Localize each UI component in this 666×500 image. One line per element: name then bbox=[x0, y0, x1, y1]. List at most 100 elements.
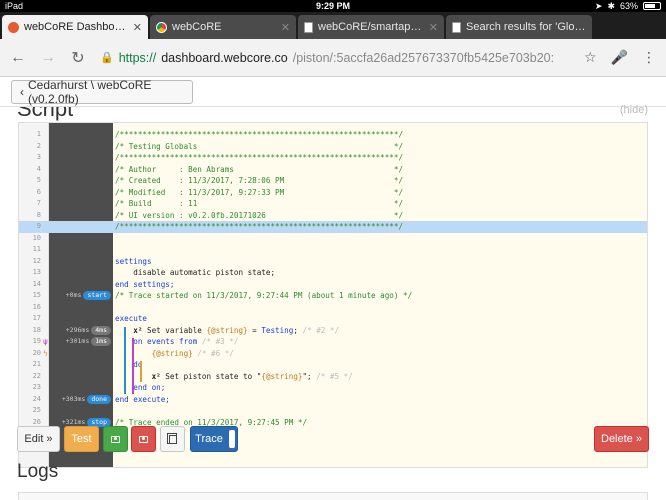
code-text[interactable]: execute bbox=[115, 313, 147, 325]
snapshot-red-button[interactable] bbox=[131, 426, 156, 452]
code-line: 17 execute bbox=[19, 313, 647, 325]
line-number: 15 bbox=[32, 291, 41, 299]
microphone-icon[interactable]: 🎤 bbox=[611, 49, 628, 66]
code-line: 5 /* Created : 11/3/2017, 7:28:06 PM */ bbox=[19, 175, 647, 187]
line-number: 23 bbox=[32, 383, 41, 391]
page-content: Script ‹ Cedarhurst \ webCoRE (v0.2.0fb)… bbox=[0, 78, 666, 500]
line-number: 17 bbox=[32, 314, 41, 322]
line-number: 8 bbox=[36, 210, 41, 219]
line-number: 16 bbox=[32, 302, 41, 311]
close-icon[interactable]: ✕ bbox=[429, 21, 438, 34]
code-text[interactable]: /***************************************… bbox=[115, 221, 403, 233]
code-line: 22 x² Set piston state to "{@string}"; /… bbox=[19, 371, 647, 383]
hide-link[interactable]: (hide) bbox=[620, 104, 648, 116]
delete-button[interactable]: Delete » bbox=[594, 426, 649, 452]
code-text[interactable]: settings bbox=[115, 256, 152, 268]
block-indicator bbox=[132, 338, 134, 394]
line-number: 12 bbox=[32, 256, 41, 265]
url-field[interactable]: 🔒 https://dashboard.webcore.co/piston/:5… bbox=[100, 51, 570, 65]
code-line: 11 bbox=[19, 244, 647, 256]
code-text[interactable]: /* Trace started on 11/3/2017, 9:27:44 P… bbox=[115, 290, 412, 302]
line-number: 9 bbox=[19, 221, 41, 233]
block-indicator bbox=[140, 361, 142, 382]
back-arrow-icon[interactable]: ← bbox=[10, 49, 26, 67]
code-line: 3 /**************************************… bbox=[19, 152, 647, 164]
code-text[interactable]: x² Set piston state to "{@string}"; /* #… bbox=[115, 371, 353, 383]
trace-info: +296ms 4ms bbox=[53, 325, 113, 337]
code-text[interactable]: /* Created : 11/3/2017, 7:28:06 PM */ bbox=[115, 175, 403, 187]
line-number: 6 bbox=[36, 187, 41, 196]
trace-time: +296ms bbox=[65, 325, 90, 334]
code-line: 1 /**************************************… bbox=[19, 129, 647, 141]
code-text[interactable]: disable automatic piston state; bbox=[115, 267, 275, 279]
code-text[interactable]: end execute; bbox=[115, 394, 170, 406]
code-line: 24 +303ms done end execute; bbox=[19, 394, 647, 406]
code-text[interactable]: /* UI version : v0.2.0fb.20171026 */ bbox=[115, 210, 403, 222]
address-bar: ← → ↻ 🔒 https://dashboard.webcore.co/pis… bbox=[0, 39, 666, 77]
line-number: 2 bbox=[36, 141, 41, 150]
code-text[interactable]: x² Set variable {@string} = Testing; /* … bbox=[115, 325, 339, 337]
trace-badge: 4ms bbox=[91, 325, 111, 335]
tab-search-results[interactable]: Search results for 'Globa bbox=[446, 15, 592, 39]
line-number: 7 bbox=[36, 199, 41, 207]
trace-badge: done bbox=[87, 394, 111, 404]
trace-info: +0ms start bbox=[53, 290, 113, 302]
code-line: 4 /* Author : Ben Abrams */ bbox=[19, 164, 647, 176]
trace-badge: start bbox=[83, 291, 111, 301]
code-text[interactable]: /* Modified : 11/3/2017, 9:27:33 PM */ bbox=[115, 187, 403, 199]
code-line: 20 ϟ {@string} /* #6 */ bbox=[19, 348, 647, 360]
trace-toggle[interactable]: Trace bbox=[190, 426, 238, 452]
trace-time: +303ms bbox=[61, 394, 86, 403]
line-number: 20 bbox=[32, 348, 41, 357]
code-text[interactable]: /* Author : Ben Abrams */ bbox=[115, 164, 403, 176]
camera-icon bbox=[111, 435, 120, 443]
code-text[interactable]: end on; bbox=[115, 382, 165, 394]
line-number: 10 bbox=[32, 233, 41, 242]
line-number: 13 bbox=[32, 268, 41, 276]
code-text[interactable]: /***************************************… bbox=[115, 129, 403, 141]
test-button[interactable]: Test bbox=[64, 426, 99, 452]
line-number: 22 bbox=[32, 371, 41, 380]
code-text[interactable]: /***************************************… bbox=[115, 152, 403, 164]
line-number: 5 bbox=[36, 176, 41, 184]
block-indicator bbox=[124, 326, 126, 394]
tab-bar: webCoRE Dashboard ✕ webCoRE ✕ webCoRE/sm… bbox=[0, 12, 666, 39]
code-text[interactable]: end settings; bbox=[115, 279, 174, 291]
code-line: 21 do bbox=[19, 359, 647, 371]
status-time: 9:29 PM bbox=[315, 1, 350, 11]
lock-icon: 🔒 bbox=[100, 52, 114, 64]
line-number: 18 bbox=[32, 325, 41, 334]
line-number: 11 bbox=[32, 245, 41, 253]
code-text[interactable]: do bbox=[115, 359, 142, 371]
tab-webcore-dashboard[interactable]: webCoRE Dashboard ✕ bbox=[2, 15, 148, 39]
menu-icon[interactable]: ⋮ bbox=[642, 49, 656, 66]
close-icon[interactable]: ✕ bbox=[281, 21, 290, 34]
line-number: 19 bbox=[32, 337, 41, 345]
line-number: 25 bbox=[32, 406, 41, 414]
trace-badge: 1ms bbox=[91, 337, 111, 347]
chrome-icon bbox=[156, 21, 167, 33]
star-icon[interactable]: ☆ bbox=[584, 49, 597, 66]
tab-smartapps[interactable]: webCoRE/smartapps/a ✕ bbox=[298, 15, 444, 39]
code-line: 23 end on; bbox=[19, 382, 647, 394]
code-text[interactable]: /* Testing Globals */ bbox=[115, 141, 403, 153]
trace-time: +301ms bbox=[65, 337, 90, 345]
close-icon[interactable]: ✕ bbox=[133, 21, 142, 34]
chevron-left-icon: ‹ bbox=[20, 85, 24, 99]
reload-icon[interactable]: ↻ bbox=[70, 48, 86, 68]
code-text[interactable]: /* Build : 11 */ bbox=[115, 198, 403, 210]
tab-webcore[interactable]: webCoRE ✕ bbox=[150, 15, 296, 39]
trace-time: +0ms bbox=[65, 291, 82, 299]
snapshot-button[interactable] bbox=[103, 426, 128, 452]
back-to-location-button[interactable]: ‹ Cedarhurst \ webCoRE (v0.2.0fb) bbox=[11, 78, 193, 106]
trace-info: +301ms 1ms bbox=[53, 336, 113, 348]
event-marker-icon: ψ bbox=[43, 337, 48, 346]
document-icon bbox=[304, 21, 313, 33]
code-line: 15 +0ms start/* Trace started on 11/3/2017… bbox=[19, 290, 647, 302]
duplicate-button[interactable] bbox=[160, 426, 185, 452]
forward-arrow-icon[interactable]: → bbox=[40, 49, 56, 67]
code-line: 13 disable automatic piston state; bbox=[19, 267, 647, 279]
code-panel: 1 /**************************************… bbox=[18, 122, 648, 468]
edit-button[interactable]: Edit » bbox=[17, 426, 60, 452]
trace-info: +303ms done bbox=[53, 394, 113, 406]
